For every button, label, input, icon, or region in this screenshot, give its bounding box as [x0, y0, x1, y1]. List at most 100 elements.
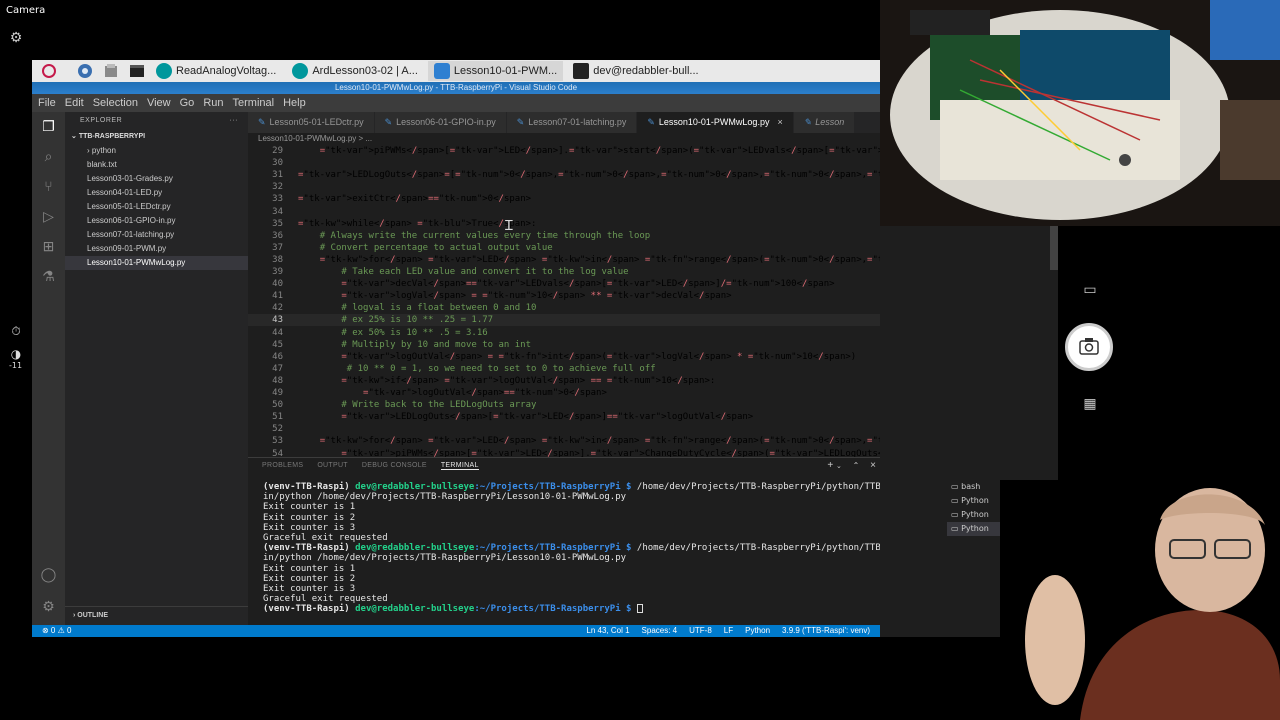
- tree-item-lesson03[interactable]: Lesson03-01-Grades.py: [65, 172, 248, 186]
- breadcrumb[interactable]: Lesson10-01-PWMwLog.py > ...: [248, 133, 880, 145]
- account-icon[interactable]: ◯: [40, 566, 57, 583]
- terminal-output[interactable]: (venv-TTB-Raspi) dev@redabbler-bullseye:…: [263, 482, 963, 614]
- tab-lesson10[interactable]: ✎ Lesson10-01-PWMwLog.py ×: [637, 112, 794, 133]
- timer-icon[interactable]: ⏱: [8, 324, 24, 339]
- taskbar-item-terminal[interactable]: dev@redabbler-bull...: [567, 61, 704, 81]
- explorer-icon[interactable]: ❐: [40, 118, 57, 135]
- code-line[interactable]: 29 ="tk-var">piPWMs</span>[="tk-var">LED…: [248, 145, 963, 157]
- cursor-position[interactable]: Ln 43, Col 1: [586, 625, 629, 637]
- code-line[interactable]: 36 # Always write the current values eve…: [248, 230, 963, 242]
- menu-help[interactable]: Help: [283, 97, 306, 109]
- code-line[interactable]: 40 ="tk-var">decVal</span>=="tk-var">LED…: [248, 278, 963, 290]
- code-line[interactable]: 43 # ex 25% is 10 ** .25 = 1.77: [248, 314, 963, 327]
- terminal-list-label: Python: [961, 496, 989, 505]
- tree-item-lesson09[interactable]: Lesson09-01-PWM.py: [65, 242, 248, 256]
- menu-selection[interactable]: Selection: [93, 97, 138, 109]
- code-line[interactable]: 41 ="tk-var">logVal</span> = ="tk-num">1…: [248, 290, 963, 302]
- code-line[interactable]: 45 # Multiply by 10 and move to an int: [248, 339, 963, 351]
- tree-item-lesson04[interactable]: Lesson04-01-LED.py: [65, 186, 248, 200]
- tree-item-lesson05[interactable]: Lesson05-01-LEDctr.py: [65, 200, 248, 214]
- terminal-line: Exit counter is 3: [263, 583, 356, 594]
- tab-lesson05[interactable]: ✎ Lesson05-01-LEDctr.py: [248, 112, 375, 133]
- taskbar-item-vscode[interactable]: Lesson10-01-PWM...: [427, 61, 564, 81]
- browser-icon[interactable]: [76, 63, 94, 79]
- manage-gear-icon[interactable]: ⚙: [40, 598, 57, 615]
- menu-go[interactable]: Go: [180, 97, 195, 109]
- problems-count[interactable]: ⊗ 0 ⚠ 0: [42, 625, 71, 637]
- chevron-down-icon[interactable]: ⌄: [836, 463, 842, 470]
- tree-item-lesson10[interactable]: Lesson10-01-PWMwLog.py: [65, 256, 248, 270]
- code-line[interactable]: 54 ="tk-var">piPWMs</span>[="tk-var">LED…: [248, 448, 1040, 458]
- code-line[interactable]: 32: [248, 181, 963, 193]
- code-line[interactable]: 47 # 10 ** 0 = 1, so we need to set to 0…: [248, 363, 963, 375]
- raspberry-menu-icon[interactable]: [40, 63, 58, 79]
- tree-item-python[interactable]: › python: [65, 144, 248, 158]
- menu-file[interactable]: File: [38, 97, 56, 109]
- venv-label: (venv-TTB-Raspi): [263, 543, 350, 554]
- menu-terminal[interactable]: Terminal: [233, 97, 275, 109]
- testing-icon[interactable]: ⚗: [40, 268, 57, 285]
- menu-run[interactable]: Run: [203, 97, 223, 109]
- more-actions-icon[interactable]: ···: [230, 112, 239, 130]
- encoding[interactable]: UTF-8: [689, 625, 712, 637]
- code-line[interactable]: 52: [248, 423, 963, 435]
- editor-scrollbar[interactable]: [1050, 226, 1058, 270]
- explorer-sidebar: EXPLORER ··· ⌄ TTB-RASPBERRYPI › python …: [65, 112, 248, 625]
- tab-problems[interactable]: PROBLEMS: [262, 462, 303, 469]
- code-line[interactable]: 51 ="tk-var">LEDLogOuts</span>[="tk-var"…: [248, 411, 963, 423]
- line-endings[interactable]: LF: [724, 625, 733, 637]
- code-line[interactable]: 34: [248, 206, 963, 218]
- tab-lesson06[interactable]: ✎ Lesson06-01-GPIO-in.py: [374, 112, 507, 133]
- activity-bar: ❐ ⌕ ⑂ ▷ ⊞ ⚗ ◯ ⚙: [32, 112, 65, 625]
- tab-lesson07[interactable]: ✎ Lesson07-01-latching.py: [506, 112, 638, 133]
- tree-item-lesson06[interactable]: Lesson06-01-GPIO-in.py: [65, 214, 248, 228]
- tab-output[interactable]: OUTPUT: [317, 462, 348, 469]
- code-line[interactable]: 50 # Write back to the LEDLogOuts array: [248, 399, 963, 411]
- explorer-root-folder[interactable]: ⌄ TTB-RASPBERRYPI: [65, 130, 248, 144]
- qr-code-icon[interactable]: ▦: [1060, 396, 1120, 412]
- terminal-line: in/python /home/dev/Projects/TTB-Raspber…: [263, 553, 627, 564]
- python-interpreter[interactable]: 3.9.9 ('TTB-Raspi': venv): [782, 625, 870, 637]
- code-line[interactable]: 48 ="tk-kw">if</span> ="tk-var">logOutVa…: [248, 375, 963, 387]
- code-line[interactable]: 53 ="tk-kw">for</span> ="tk-var">LED</sp…: [248, 435, 1048, 447]
- taskbar-item-arduino-1[interactable]: ReadAnalogVoltag...: [150, 61, 282, 81]
- code-line[interactable]: 46 ="tk-var">logOutVal</span> = ="tk-fn"…: [248, 351, 963, 363]
- tree-item-blank-txt[interactable]: blank.txt: [65, 158, 248, 172]
- code-line[interactable]: 42 # logval is a float between 0 and 10: [248, 302, 963, 314]
- video-mode-icon[interactable]: ▭: [1060, 282, 1120, 298]
- maximize-panel-icon[interactable]: ⌃: [853, 461, 860, 470]
- code-line[interactable]: 49 ="tk-var">logOutVal</span>=="tk-num">…: [248, 387, 963, 399]
- code-line[interactable]: 33 ="tk-var">exitCtr</span>=="tk-num">0</…: [248, 193, 963, 205]
- menu-view[interactable]: View: [147, 97, 171, 109]
- code-line[interactable]: 35 ="tk-kw">while</span> ="tk-blu">True</…: [248, 218, 963, 230]
- run-debug-icon[interactable]: ▷: [40, 208, 57, 225]
- code-line[interactable]: 44 # ex 50% is 10 ** .5 = 3.16: [248, 327, 963, 339]
- terminal-app-icon[interactable]: [128, 63, 146, 79]
- code-line[interactable]: 38 ="tk-kw">for</span> ="tk-var">LED</sp…: [248, 254, 1048, 266]
- tab-preview[interactable]: ✎ Lesson: [793, 112, 856, 133]
- tree-item-lesson07[interactable]: Lesson07-01-latching.py: [65, 228, 248, 242]
- code-line[interactable]: 39 # Take each LED value and convert it …: [248, 266, 963, 278]
- extensions-icon[interactable]: ⊞: [40, 238, 57, 255]
- taskbar: ReadAnalogVoltag... ArdLesson03-02 | A..…: [32, 60, 882, 82]
- exposure-icon[interactable]: ◑: [8, 347, 24, 361]
- settings-gear-icon[interactable]: ⚙: [8, 30, 24, 46]
- code-line[interactable]: 30: [248, 157, 963, 169]
- close-tab-icon[interactable]: ×: [777, 117, 782, 127]
- close-panel-icon[interactable]: ×: [870, 460, 876, 471]
- new-terminal-icon[interactable]: +: [827, 460, 833, 471]
- explorer-title: EXPLORER: [80, 117, 123, 124]
- taskbar-item-arduino-2[interactable]: ArdLesson03-02 | A...: [286, 61, 424, 81]
- menu-edit[interactable]: Edit: [65, 97, 84, 109]
- outline-label: OUTLINE: [77, 612, 109, 619]
- source-control-icon[interactable]: ⑂: [40, 178, 57, 195]
- tab-terminal[interactable]: TERMINAL: [440, 462, 479, 470]
- outline-section[interactable]: › OUTLINE: [65, 606, 248, 624]
- search-icon[interactable]: ⌕: [40, 148, 57, 165]
- code-line[interactable]: 31 ="tk-var">LEDLogOuts</span>=[="tk-num"…: [248, 169, 970, 181]
- code-line[interactable]: 37 # Convert percentage to actual output…: [248, 242, 963, 254]
- file-manager-icon[interactable]: [102, 63, 120, 79]
- indentation[interactable]: Spaces: 4: [642, 625, 678, 637]
- tab-debug-console[interactable]: DEBUG CONSOLE: [362, 462, 427, 469]
- language-mode[interactable]: Python: [745, 625, 770, 637]
